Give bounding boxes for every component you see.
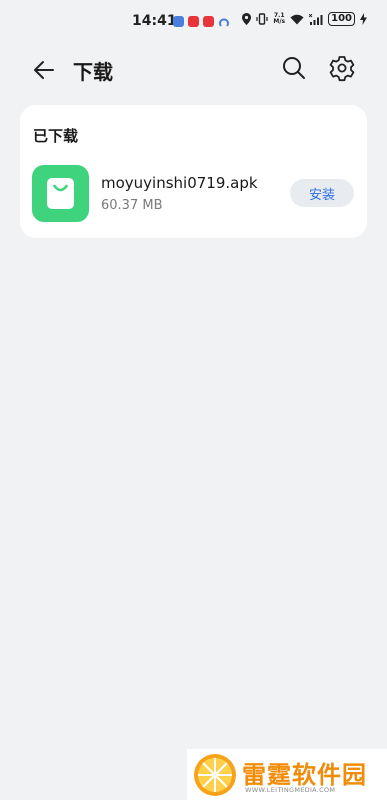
install-button[interactable]: 安装: [290, 179, 354, 207]
apk-file-icon: [32, 165, 89, 222]
watermark-title: 雷霆软件园: [242, 761, 367, 789]
search-button[interactable]: [280, 54, 308, 82]
net-speed-unit: M/s: [273, 18, 286, 25]
watermark: 雷霆软件园 WWW.LEITINGMEDIA.COM: [187, 749, 387, 800]
shopping-bag-icon: [47, 178, 74, 209]
status-time: 14:41: [132, 13, 177, 29]
battery-indicator: 100: [328, 12, 355, 26]
file-name: moyuyinshi0719.apk: [101, 174, 258, 192]
watermark-url: WWW.LEITINGMEDIA.COM: [245, 786, 336, 794]
search-icon: [283, 57, 305, 79]
back-button[interactable]: [28, 54, 60, 86]
status-bar: 14:41 7.1 M/s 100: [0, 0, 387, 40]
notification-app-icon: [203, 16, 214, 27]
charging-icon: [360, 13, 367, 25]
settings-button[interactable]: [328, 54, 356, 82]
location-icon: [242, 13, 252, 25]
download-item[interactable]: moyuyinshi0719.apk 60.37 MB 安装: [20, 163, 367, 223]
section-title-downloaded: 已下载: [33, 127, 79, 145]
app-header: 下载: [0, 44, 387, 94]
notification-app-icon: [188, 16, 199, 27]
page-title: 下载: [73, 60, 113, 84]
file-size: 60.37 MB: [101, 198, 163, 213]
signal-icon: [309, 13, 323, 25]
status-icons: 7.1 M/s 100: [242, 12, 367, 26]
network-speed: 7.1 M/s: [273, 13, 285, 25]
orange-slice-logo-icon: [194, 754, 236, 796]
downloads-card: 已下载 moyuyinshi0719.apk 60.37 MB 安装: [20, 105, 367, 238]
sync-icon: [219, 15, 229, 34]
gear-icon: [329, 56, 355, 82]
vibrate-icon: [256, 13, 268, 25]
wifi-icon: [290, 14, 304, 25]
arrow-left-icon: [34, 61, 54, 79]
notification-app-icon: [173, 16, 184, 27]
